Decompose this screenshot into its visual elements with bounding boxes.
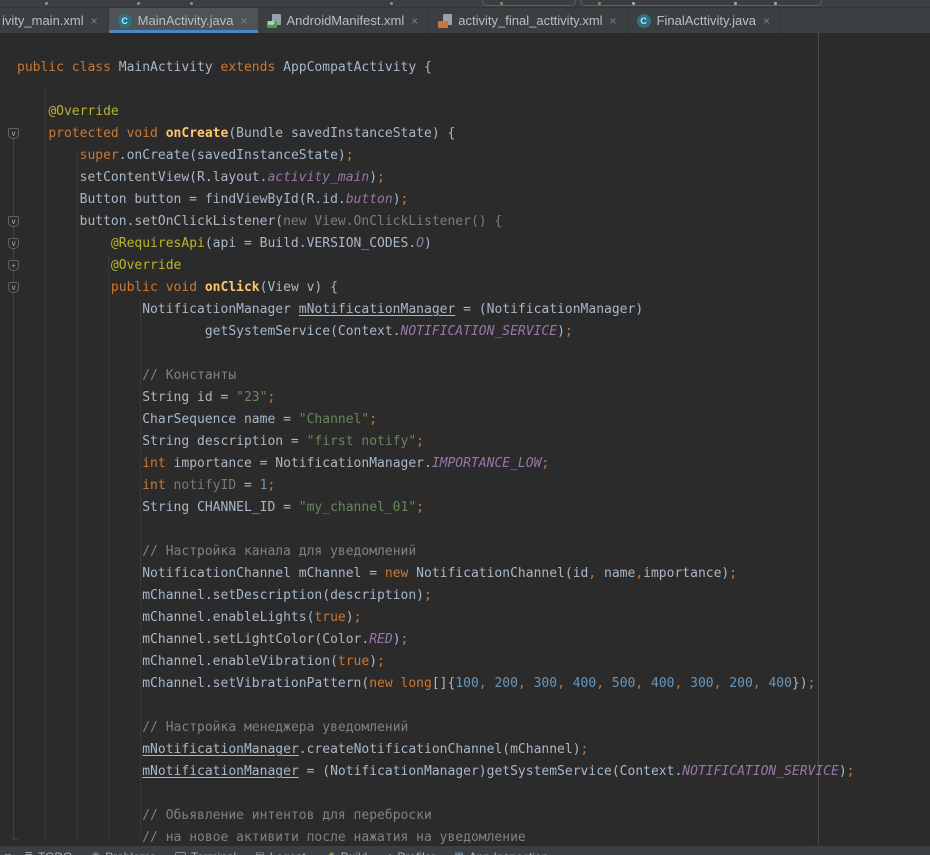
code-line: @Override xyxy=(17,255,855,277)
tool-window-label: Problems xyxy=(105,850,156,855)
fold-icon[interactable]: ∨ xyxy=(8,238,19,249)
code-line xyxy=(17,79,855,101)
code-line: setContentView(R.layout.activity_main); xyxy=(17,167,855,189)
toolbar-icon[interactable] xyxy=(632,2,635,5)
tool-window-label: Build xyxy=(341,850,368,855)
code-line: mChannel.enableLights(true); xyxy=(17,607,855,629)
toolbar-icon xyxy=(45,2,48,5)
code-line: int importance = NotificationManager.IMP… xyxy=(17,453,855,475)
tab-label: activity_final_acttivity.xml xyxy=(458,13,602,28)
manifest-file-icon: MF xyxy=(267,14,281,28)
tool-window-button-build[interactable]: Build xyxy=(325,850,368,855)
close-icon[interactable]: × xyxy=(762,15,771,27)
code-line: protected void onCreate(Bundle savedInst… xyxy=(17,123,855,145)
close-icon[interactable]: × xyxy=(609,15,618,27)
toolbar-icon xyxy=(190,2,193,5)
code-line: @Override xyxy=(17,101,855,123)
close-icon[interactable]: × xyxy=(410,15,419,27)
tool-window-label: Logcat xyxy=(270,850,306,855)
build-icon xyxy=(325,852,336,855)
code-line: // Настройка менеджера уведомлений xyxy=(17,717,855,739)
code-line xyxy=(17,695,855,717)
ide-window: ivity_main.xml × C MainActivity.java × M… xyxy=(0,0,930,855)
problems-icon: ◉ xyxy=(91,851,100,855)
tab-label: FinalActtivity.java xyxy=(657,13,756,28)
toolbar-icon xyxy=(390,2,393,5)
toolbar-icon[interactable] xyxy=(774,2,777,5)
run-config-group[interactable] xyxy=(482,0,576,6)
code-line: String CHANNEL_ID = "my_channel_01"; xyxy=(17,497,855,519)
tool-window-button-logcat[interactable]: ▤ Logcat xyxy=(255,850,305,855)
code-line: getSystemService(Context.NOTIFICATION_SE… xyxy=(17,321,855,343)
tool-window-button-problems[interactable]: ◉ Problems xyxy=(91,850,155,855)
code-line: mChannel.setVibrationPattern(new long[]{… xyxy=(17,673,855,695)
fold-icon[interactable]: ∨ xyxy=(8,128,19,139)
tool-window-label: App Inspection xyxy=(469,850,548,855)
code-line: CharSequence name = "Channel"; xyxy=(17,409,855,431)
code-line: @RequiresApi(api = Build.VERSION_CODES.O… xyxy=(17,233,855,255)
code-line xyxy=(17,343,855,365)
tool-window-label: TODO xyxy=(38,850,72,855)
code-line: mChannel.enableVibration(true); xyxy=(17,651,855,673)
todo-icon: ≣ xyxy=(25,851,33,855)
code-line: // Настройка канала для уведомлений xyxy=(17,541,855,563)
code-line: int notifyID = 1; xyxy=(17,475,855,497)
java-class-icon: C xyxy=(118,14,132,28)
tool-window-label: Profiler xyxy=(397,850,435,855)
code-line: button.setOnClickListener(new View.OnCli… xyxy=(17,211,855,233)
code-line: Button button = findViewById(R.id.button… xyxy=(17,189,855,211)
run-icon[interactable] xyxy=(500,2,503,5)
tab-activity-main-xml[interactable]: ivity_main.xml × xyxy=(0,8,109,33)
fold-icon[interactable]: ∨ xyxy=(8,282,19,293)
tab-finalactivity-java[interactable]: C FinalActtivity.java × xyxy=(628,8,781,33)
terminal-icon: > xyxy=(175,852,186,855)
code-line: String description = "first notify"; xyxy=(17,431,855,453)
tool-window-bar: ⊡ ≣ TODO ◉ Problems > Terminal ▤ Logcat Build ◔ Pr… xyxy=(0,845,930,855)
close-icon[interactable]: × xyxy=(90,15,99,27)
code-line: String id = "23"; xyxy=(17,387,855,409)
fold-icon[interactable]: ∨ xyxy=(8,216,19,227)
code-line: public class MainActivity extends AppCom… xyxy=(17,57,855,79)
editor-tab-bar: ivity_main.xml × C MainActivity.java × M… xyxy=(0,8,930,33)
code-line xyxy=(17,783,855,805)
code-line: // Константы xyxy=(17,365,855,387)
run-actions-group[interactable] xyxy=(580,0,822,6)
code-lines: public class MainActivity extends AppCom… xyxy=(17,57,855,849)
tab-label: ivity_main.xml xyxy=(2,13,84,28)
app-inspection-icon: ▦ xyxy=(454,851,463,855)
unfold-icon[interactable]: + xyxy=(8,260,19,271)
tab-mainactivity-java[interactable]: C MainActivity.java × xyxy=(109,8,258,33)
toolbar-icon xyxy=(137,2,140,5)
code-line: public void onClick(View v) { xyxy=(17,277,855,299)
code-line: NotificationManager mNotificationManager… xyxy=(17,299,855,321)
code-line: mChannel.setDescription(description); xyxy=(17,585,855,607)
tool-window-button-app-inspection[interactable]: ▦ App Inspection xyxy=(454,850,548,855)
code-line: mNotificationManager.createNotificationC… xyxy=(17,739,855,761)
tab-androidmanifest-xml[interactable]: MF AndroidManifest.xml × xyxy=(258,8,430,33)
code-line: NotificationChannel mChannel = new Notif… xyxy=(17,563,855,585)
code-line xyxy=(17,519,855,541)
tool-window-button-todo[interactable]: ≣ TODO xyxy=(25,850,73,855)
tool-window-button-profiler[interactable]: ◔ Profiler xyxy=(386,850,435,855)
tool-window-button-terminal[interactable]: > Terminal xyxy=(175,850,236,855)
code-line: super.onCreate(savedInstanceState); xyxy=(17,145,855,167)
debug-icon[interactable] xyxy=(598,2,601,5)
java-class-icon: C xyxy=(637,14,651,28)
window-icon[interactable]: ⊡ xyxy=(4,852,12,855)
fold-region-line xyxy=(13,128,14,840)
tab-activity-final-xml[interactable]: activity_final_acttivity.xml × xyxy=(429,8,627,33)
close-icon[interactable]: × xyxy=(239,15,248,27)
code-editor[interactable]: ∨ ∨ ∨ + ∨ public class MainActivity extends … xyxy=(0,33,930,855)
toolbar-icon[interactable] xyxy=(734,2,737,5)
code-line: // Обьявление интентов для переброски xyxy=(17,805,855,827)
layout-file-icon xyxy=(438,14,452,28)
logcat-icon: ▤ xyxy=(255,851,264,855)
code-line: mNotificationManager = (NotificationMana… xyxy=(17,761,855,783)
profiler-icon: ◔ xyxy=(386,851,392,855)
code-line: mChannel.setLightColor(Color.RED); xyxy=(17,629,855,651)
tool-window-label: Terminal xyxy=(191,850,236,855)
main-toolbar-strip xyxy=(0,0,930,8)
tab-label: MainActivity.java xyxy=(138,13,234,28)
tab-label: AndroidManifest.xml xyxy=(287,13,405,28)
